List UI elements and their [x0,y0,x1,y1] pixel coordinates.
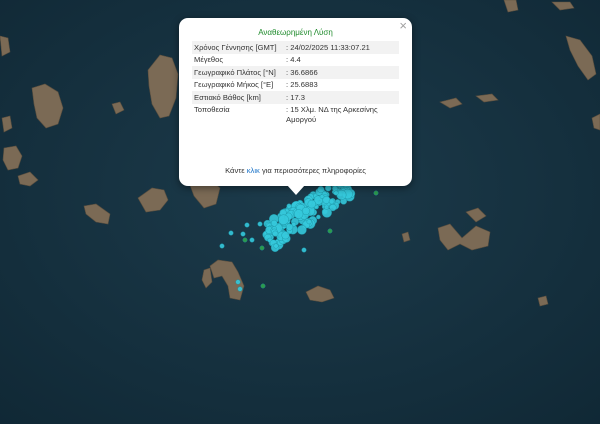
info-row-location: Τοποθεσία : 15 Χλμ. ΝΔ της Αρκεσίνης Αμο… [192,104,399,126]
earthquake-marker[interactable] [240,231,246,237]
earthquake-marker[interactable] [328,198,335,205]
island-small-1 [537,295,549,307]
earthquake-marker-older[interactable] [373,190,379,196]
earthquake-marker[interactable] [297,225,307,235]
info-row-depth: Εστιακό Βάθος [km] : 17.3 [192,91,399,104]
earthquake-info-popup: × Αναθεωρημένη Λύση Χρόνος Γέννησης [GMT… [179,18,412,186]
info-value: : 24/02/2025 11:33:07.21 [286,42,370,52]
earthquake-marker[interactable] [237,286,243,292]
more-info-suffix: για περισσότερες πληροφορίες [261,166,366,175]
earthquake-info-table: Χρόνος Γέννησης [GMT] : 24/02/2025 11:33… [192,41,399,126]
earthquake-marker[interactable] [306,219,312,225]
popup-pointer [287,185,305,195]
earthquake-marker[interactable] [286,203,292,209]
earthquake-marker[interactable] [324,204,330,210]
earthquake-marker-older[interactable] [259,245,265,251]
info-label: Γεωγραφικό Μήκος [°E] [194,80,274,89]
info-label: Εστιακό Βάθος [km] [194,92,261,102]
earthquake-marker[interactable] [301,247,307,253]
earthquake-marker[interactable] [270,219,278,227]
info-label: Τοποθεσία [194,105,230,114]
info-row-longitude: Γεωγραφικό Μήκος [°E] : 25.6883 [192,79,399,92]
info-value: : 4.4 [286,55,301,64]
earthquake-marker[interactable] [319,194,325,199]
earthquake-marker[interactable] [273,243,279,249]
earthquake-marker[interactable] [249,237,255,243]
earthquake-marker[interactable] [228,230,234,236]
earthquake-marker[interactable] [286,223,294,231]
earthquake-marker[interactable] [316,214,321,220]
earthquake-marker[interactable] [317,186,325,194]
earthquake-marker[interactable] [244,222,250,228]
info-label: Μέγεθος [194,55,223,64]
earthquake-marker[interactable] [336,189,347,200]
earthquake-marker[interactable] [278,214,289,225]
earthquake-marker[interactable] [281,231,290,240]
info-row-origin-time: Χρόνος Γέννησης [GMT] : 24/02/2025 11:33… [192,41,399,54]
info-row-magnitude: Μέγεθος : 4.4 [192,54,399,67]
more-info-prefix: Κάντε [225,166,245,175]
earthquake-marker[interactable] [333,190,339,196]
earthquake-marker[interactable] [332,185,339,192]
earthquake-marker[interactable] [293,209,304,219]
earthquake-marker[interactable] [272,230,279,237]
info-label: Γεωγραφικό Πλάτος [°N] [194,67,276,77]
info-value: : 36.6866 [286,67,318,77]
earthquake-marker[interactable] [307,199,316,209]
info-label: Χρόνος Γέννησης [GMT] [194,42,277,52]
more-info-link[interactable]: κλικ [247,166,260,175]
earthquake-marker-older[interactable] [242,237,248,243]
info-value: : 15 Χλμ. ΝΔ της Αρκεσίνης Αμοργού [286,105,378,124]
earthquake-marker[interactable] [257,221,263,227]
earthquake-marker[interactable] [235,279,241,285]
earthquake-marker-older[interactable] [260,283,266,289]
info-row-latitude: Γεωγραφικό Πλάτος [°N] : 36.6866 [192,66,399,79]
more-info-line: Κάντε κλικ για περισσότερες πληροφορίες [179,166,412,175]
earthquake-marker[interactable] [219,243,225,249]
info-value: : 25.6883 [286,80,318,89]
popup-title: Αναθεωρημένη Λύση [258,28,333,37]
info-value: : 17.3 [286,92,305,102]
earthquake-marker-older[interactable] [327,228,333,234]
